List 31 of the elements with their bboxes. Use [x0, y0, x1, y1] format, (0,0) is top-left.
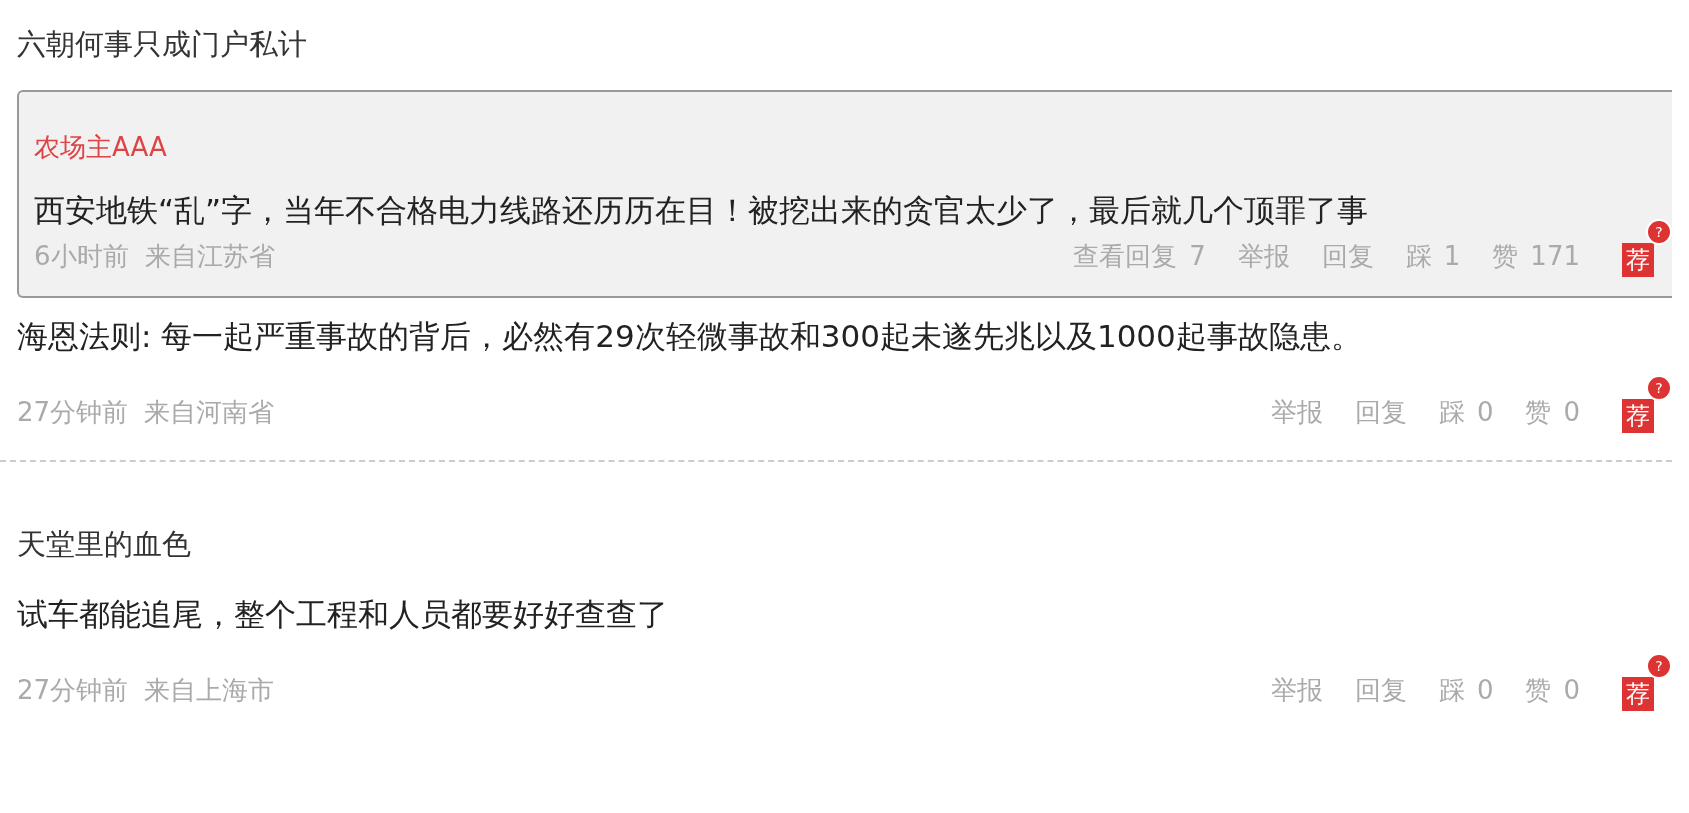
recommend-badge[interactable]: 荐	[1622, 243, 1654, 277]
comment-text: 海恩法则: 每一起严重事故的背后，必然有29次轻微事故和300起未遂先兆以及1000起事故隐患。	[17, 317, 1362, 356]
comment-location: 来自江苏省	[144, 240, 275, 273]
comment-time: 6小时前	[34, 240, 129, 273]
comment-location: 来自河南省	[144, 396, 275, 429]
comment-action-link[interactable]: 赞 171	[1492, 234, 1580, 278]
comment-action-link[interactable]: 举报	[1270, 390, 1323, 434]
comment-action-link[interactable]: 回复	[1354, 390, 1407, 434]
comment-action-link[interactable]: 赞 0	[1525, 390, 1580, 434]
comment-location: 来自上海市	[144, 674, 275, 707]
comment-action-link[interactable]: 回复	[1321, 234, 1374, 278]
comment-action-link[interactable]: 查看回复 7	[1073, 234, 1206, 278]
help-icon[interactable]: ?	[1646, 219, 1672, 245]
help-icon[interactable]: ?	[1646, 653, 1672, 679]
recommend-badge[interactable]: 荐	[1622, 677, 1654, 711]
username[interactable]: 天堂里的血色	[17, 522, 1672, 566]
username[interactable]: 六朝何事只成门户私计	[17, 22, 1672, 66]
help-icon[interactable]: ?	[1646, 375, 1672, 401]
quoted-username[interactable]: 农场主AAA	[34, 128, 1672, 166]
comment-action-link[interactable]: 踩 0	[1438, 390, 1494, 434]
comment-action-link[interactable]: 踩 0	[1438, 668, 1494, 712]
recommend-badge[interactable]: 荐	[1622, 399, 1654, 433]
comment-time: 27分钟前	[17, 674, 129, 707]
quoted-comment-text: 西安地铁“乱”字，当年不合格电力线路还历历在目！被挖出来的贪官太少了，最后就几个顶罪了事	[34, 191, 1369, 230]
comment-text: 试车都能追尾，整个工程和人员都要好好查查了	[17, 595, 668, 634]
comment-action-link[interactable]: 举报	[1270, 668, 1323, 712]
comment-time: 27分钟前	[17, 396, 129, 429]
comment-action-link[interactable]: 举报	[1237, 234, 1290, 278]
comment-action-link[interactable]: 赞 0	[1525, 668, 1580, 712]
comment-action-link[interactable]: 踩 1	[1405, 234, 1461, 278]
comment-action-link[interactable]: 回复	[1354, 668, 1407, 712]
